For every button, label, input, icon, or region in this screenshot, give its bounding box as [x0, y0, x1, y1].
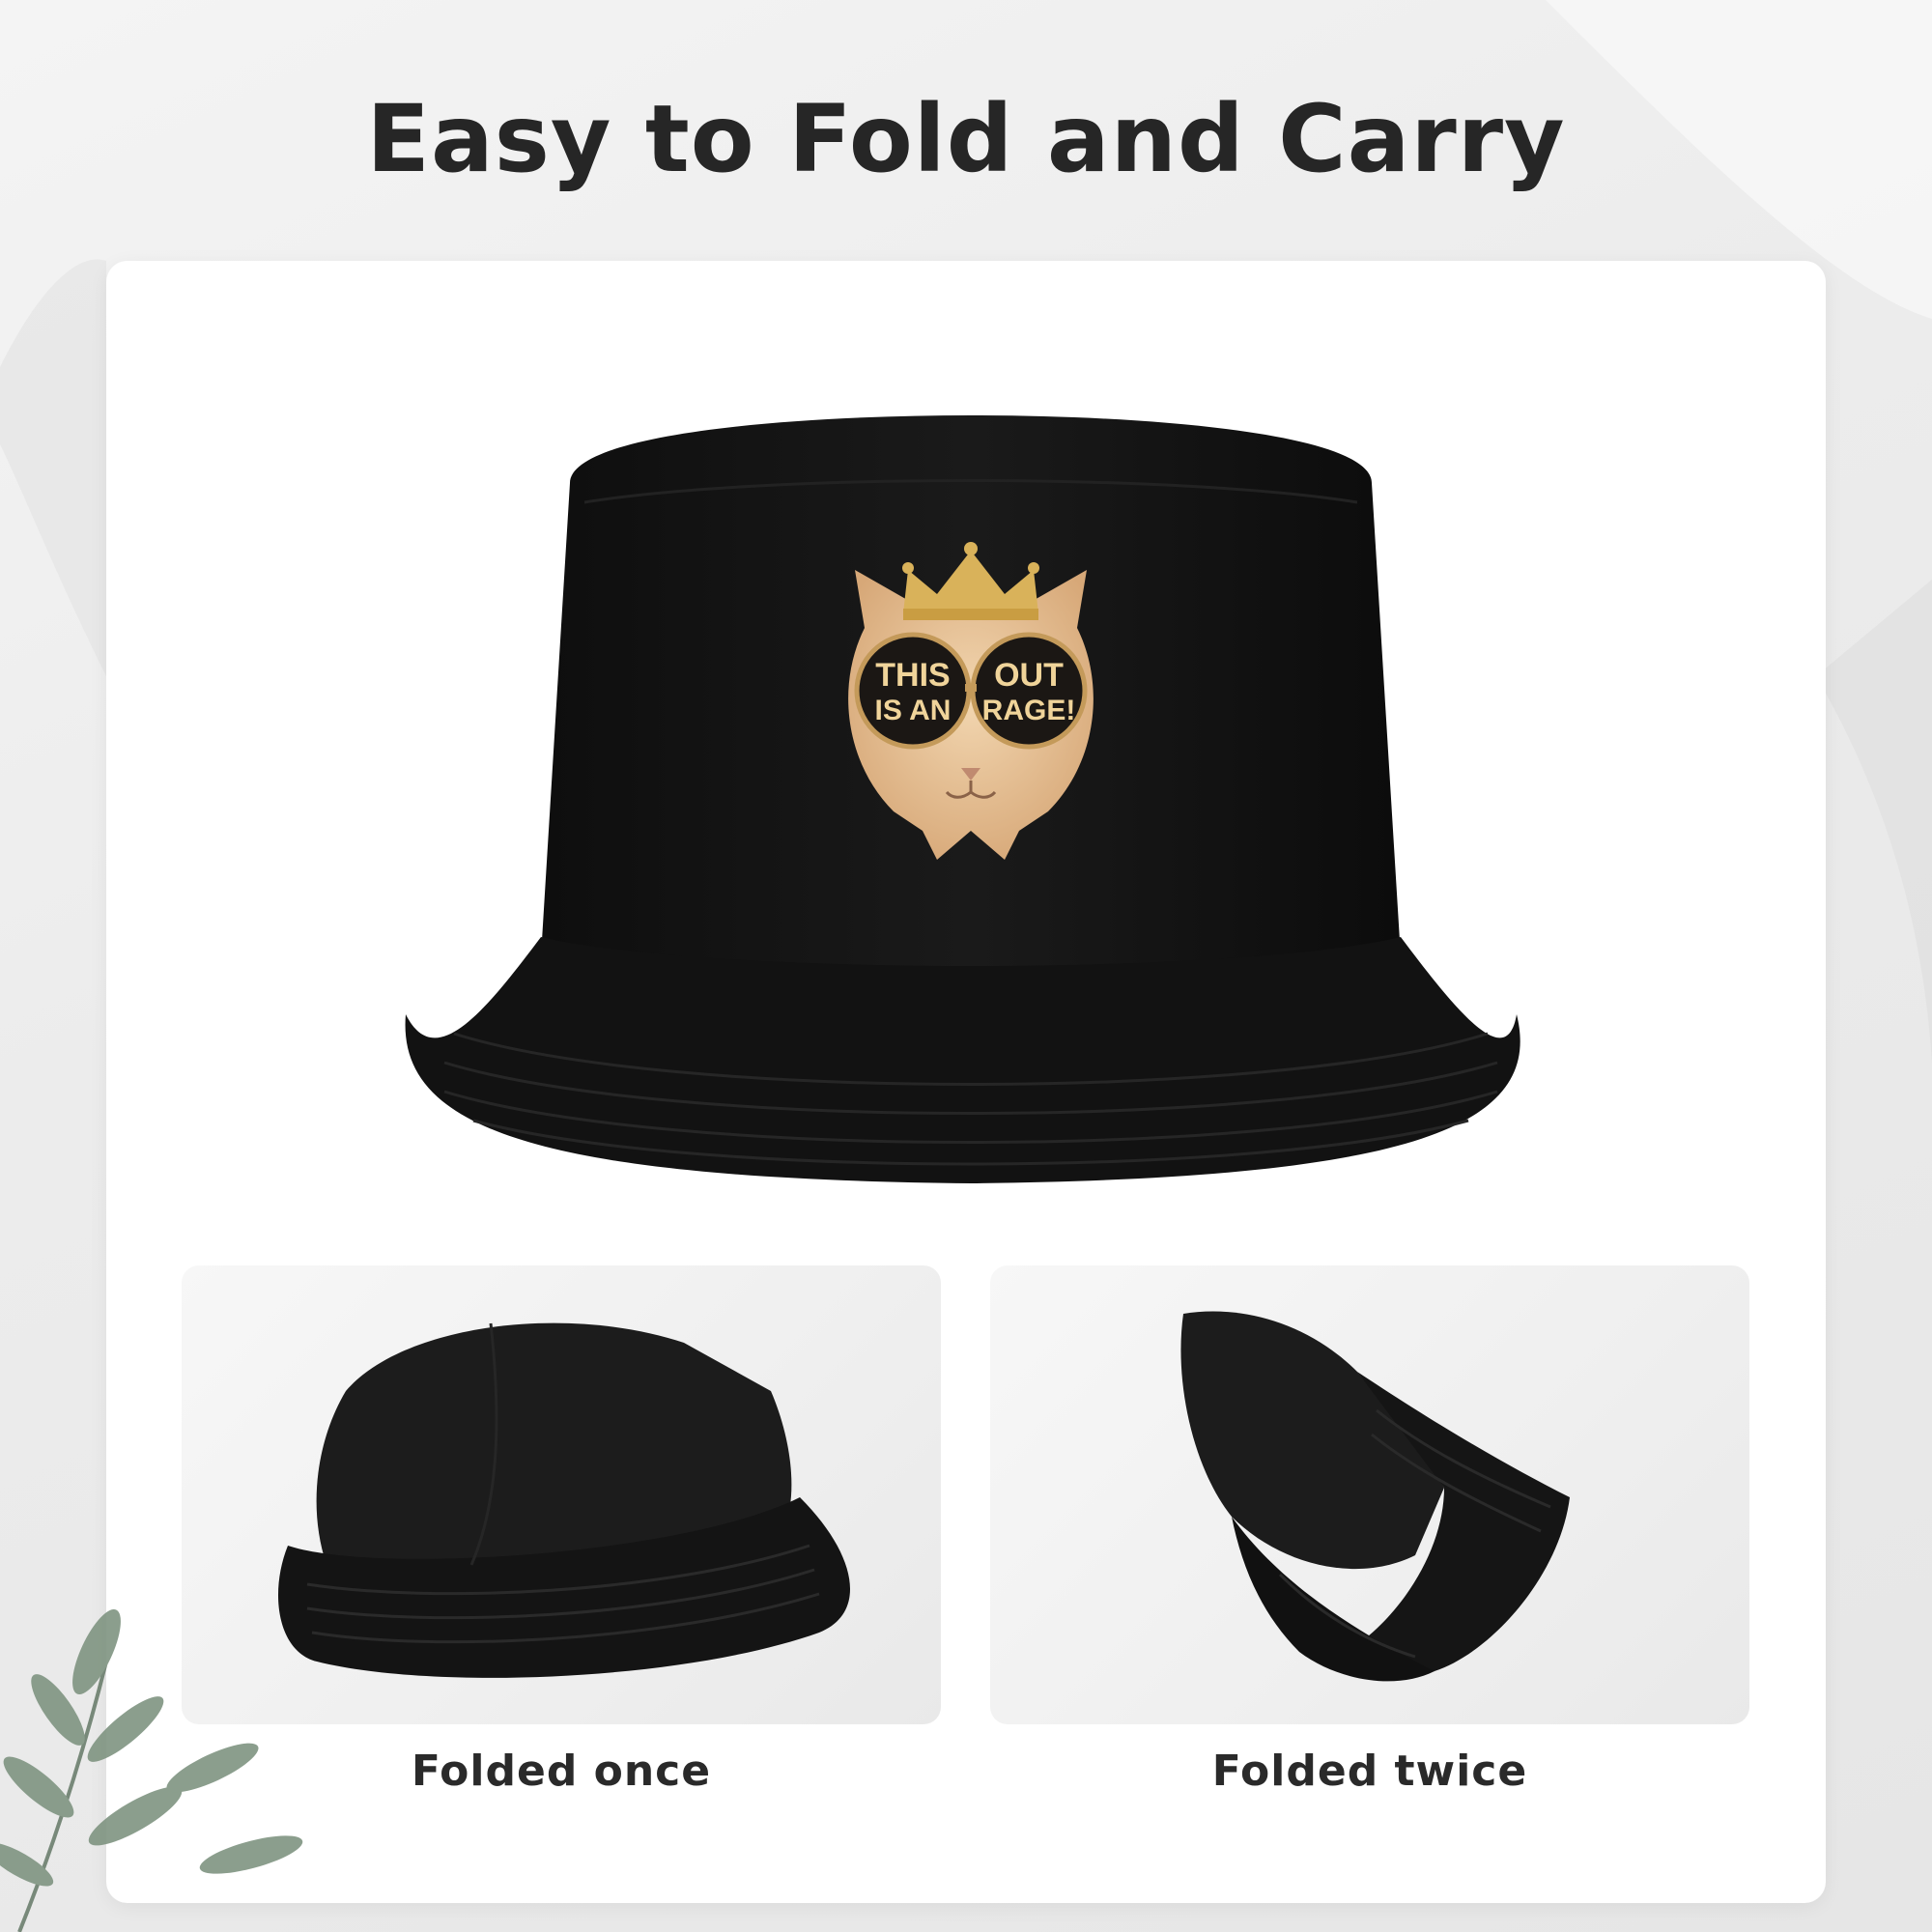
lens-right-line1: OUT — [994, 657, 1064, 694]
folded-twice-panel — [990, 1265, 1749, 1724]
plant-decoration — [0, 1608, 303, 1932]
folded-twice-hat-image — [1180, 1311, 1570, 1682]
lens-right-line2: RAGE! — [982, 695, 1076, 726]
lens-left-line2: IS AN — [875, 695, 952, 726]
lens-left-line1: THIS — [875, 657, 950, 694]
folded-twice-caption: Folded twice — [1211, 1747, 1528, 1796]
main-hat-image: THIS IS AN OUT RAGE! — [405, 415, 1520, 1183]
page-title: Easy to Fold and Carry — [366, 85, 1566, 193]
